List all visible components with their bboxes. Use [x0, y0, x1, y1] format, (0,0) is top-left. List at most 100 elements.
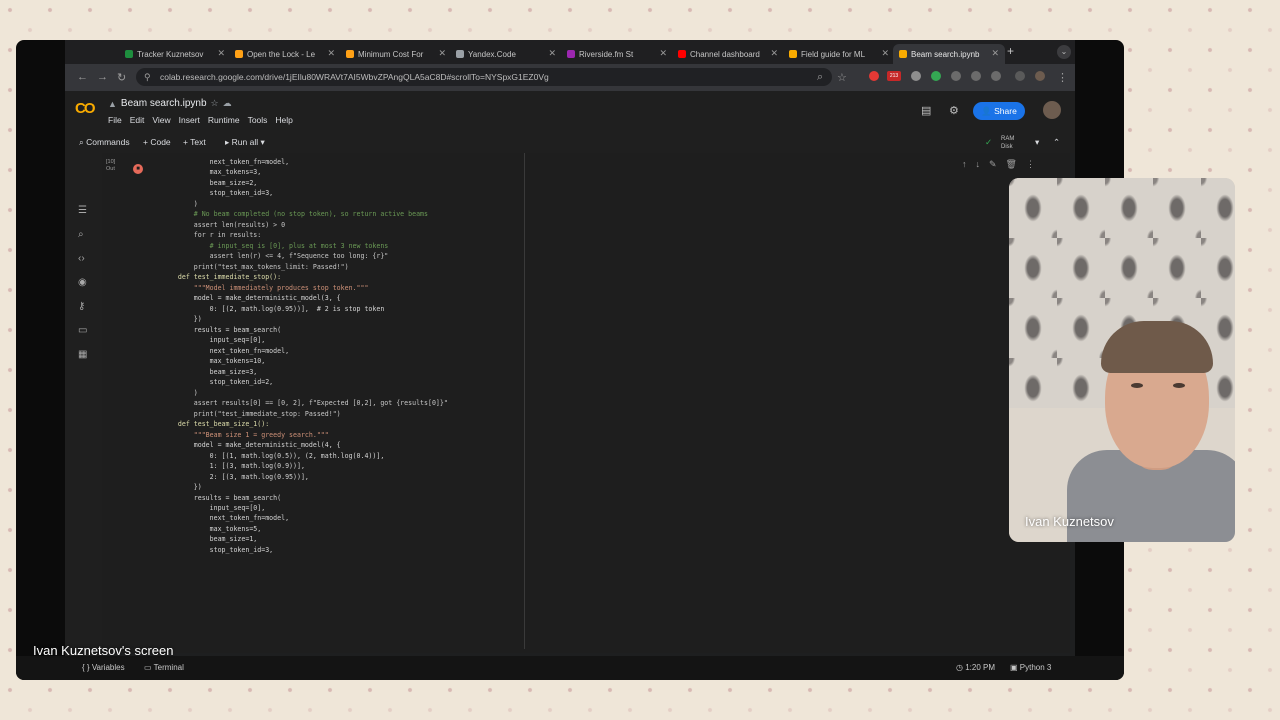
- table-icon[interactable]: ▦: [78, 349, 87, 360]
- menu-edit[interactable]: Edit: [130, 115, 145, 125]
- add-code-button[interactable]: + Code: [143, 137, 171, 147]
- code-line: max_tokens=10,: [162, 357, 266, 366]
- folder-icon[interactable]: ▭: [78, 325, 87, 336]
- code-cell[interactable]: [10] Out ■ next_token_fn=model, max_toke…: [102, 153, 1070, 653]
- variables-icon[interactable]: ◉: [78, 277, 87, 288]
- extension-icon[interactable]: [931, 71, 941, 81]
- code-line: results = beam_search(: [162, 325, 282, 334]
- kebab-menu-icon[interactable]: ⋮: [1026, 159, 1035, 170]
- chevron-up-icon[interactable]: ⌃: [1053, 137, 1060, 148]
- tab-minimum-cost[interactable]: Minimum Cost For ✕: [340, 44, 452, 64]
- edit-pen-icon[interactable]: ✎: [989, 159, 997, 170]
- menu-help[interactable]: Help: [275, 115, 292, 125]
- terminal-button[interactable]: ▭ Terminal: [144, 663, 184, 672]
- comment-icon[interactable]: ▤: [921, 104, 931, 117]
- secrets-key-icon[interactable]: ⚷: [78, 301, 85, 312]
- site-info-icon[interactable]: ⚲: [144, 68, 151, 86]
- sidebar-icon[interactable]: [1015, 71, 1025, 81]
- find-icon[interactable]: ⌕: [78, 229, 84, 240]
- close-icon[interactable]: ✕: [770, 48, 778, 59]
- share-button[interactable]: 👤 Share: [973, 102, 1025, 120]
- close-icon[interactable]: ✕: [438, 48, 446, 59]
- new-tab-icon[interactable]: +: [1007, 44, 1014, 58]
- code-snippets-icon[interactable]: ‹›: [78, 253, 85, 264]
- code-line: max_tokens=5,: [162, 524, 262, 533]
- code-line: input_seq=[0],: [162, 336, 266, 345]
- close-icon[interactable]: ✕: [659, 48, 667, 59]
- code-line: """Model immediately produces stop token…: [162, 283, 369, 292]
- extension-icon[interactable]: [951, 71, 961, 81]
- kebab-menu-icon[interactable]: ⋮: [1057, 71, 1068, 84]
- menu-runtime[interactable]: Runtime: [208, 115, 240, 125]
- chevron-down-icon[interactable]: ⌄: [1057, 45, 1071, 59]
- extension-icon[interactable]: [911, 71, 921, 81]
- variables-button[interactable]: { } Variables: [82, 663, 125, 672]
- profile-avatar[interactable]: [1035, 71, 1045, 81]
- menu-tools[interactable]: Tools: [248, 115, 268, 125]
- run-cell-button[interactable]: ■: [133, 164, 143, 174]
- run-all-button[interactable]: ▸ Run all ▾: [225, 137, 265, 148]
- play-icon: ▸: [225, 137, 230, 147]
- code-line: beam_size=1,: [162, 535, 258, 544]
- toc-icon[interactable]: ☰: [78, 205, 87, 216]
- tab-open-the-lock[interactable]: Open the Lock - Le ✕: [229, 44, 341, 64]
- puzzle-icon[interactable]: [991, 71, 1001, 81]
- tab-tracker[interactable]: Tracker Kuznetsov ✕: [119, 44, 231, 64]
- clock-status[interactable]: ◷ 1:20 PM: [956, 663, 995, 672]
- move-down-icon[interactable]: ↓: [976, 159, 981, 170]
- close-icon[interactable]: ✕: [217, 48, 225, 59]
- commands-button[interactable]: ⌕ Commands: [79, 137, 130, 148]
- mail-extension-icon[interactable]: 213: [887, 71, 901, 81]
- avatar[interactable]: [1043, 101, 1061, 119]
- extension-icon[interactable]: [971, 71, 981, 81]
- chevron-down-icon[interactable]: ▾: [1035, 137, 1039, 148]
- code-line: max_tokens=3,: [162, 168, 262, 177]
- code-line: ): [162, 388, 198, 397]
- address-bar: ← → ↻ ⚲ colab.research.google.com/drive/…: [65, 64, 1075, 91]
- reload-icon[interactable]: ↻: [117, 71, 126, 84]
- colab-icon: [899, 50, 907, 58]
- code-line: results = beam_search(: [162, 493, 282, 502]
- webcam-name-label: Ivan Kuznetsov: [1025, 514, 1114, 529]
- tab-strip: Tracker Kuznetsov ✕ Open the Lock - Le ✕…: [65, 40, 1075, 64]
- status-bar: { } Variables ▭ Terminal ◷ 1:20 PM ▣ Pyt…: [16, 656, 1124, 680]
- close-icon[interactable]: ✕: [327, 48, 335, 59]
- opera-extension-icon[interactable]: [869, 71, 879, 81]
- move-up-icon[interactable]: ↑: [962, 159, 967, 170]
- gear-icon[interactable]: ⚙: [949, 104, 959, 117]
- tab-beam-search[interactable]: Beam search.ipynb ✕: [893, 44, 1005, 64]
- close-icon[interactable]: ✕: [881, 48, 889, 59]
- code-editor[interactable]: next_token_fn=model, max_tokens=3, beam_…: [162, 157, 522, 653]
- add-text-button[interactable]: + Text: [183, 137, 206, 147]
- back-icon[interactable]: ←: [77, 71, 88, 83]
- menu-view[interactable]: View: [152, 115, 170, 125]
- forward-icon[interactable]: →: [97, 71, 108, 83]
- star-icon[interactable]: ☆: [211, 98, 219, 109]
- menu-file[interactable]: File: [108, 115, 122, 125]
- url-field[interactable]: ⚲ colab.research.google.com/drive/1jEIlu…: [136, 68, 832, 86]
- delete-icon[interactable]: 🗑: [1006, 159, 1017, 170]
- terminal-icon: ▭: [144, 663, 152, 672]
- slides-icon: [789, 50, 797, 58]
- code-line: # No beam completed (no stop token), so …: [162, 210, 428, 219]
- tab-field-guide[interactable]: Field guide for ML ✕: [783, 44, 895, 64]
- code-line: next_token_fn=model,: [162, 158, 290, 166]
- tab-yandex-code[interactable]: Yandex.Code ✕: [450, 44, 562, 64]
- tab-channel-dashboard[interactable]: Channel dashboard ✕: [672, 44, 784, 64]
- chevron-down-icon[interactable]: ▾: [261, 137, 265, 147]
- code-line: ): [162, 199, 198, 208]
- leetcode-icon: [346, 50, 354, 58]
- colab-logo[interactable]: CO: [75, 100, 95, 117]
- resource-indicator[interactable]: RAM Disk: [1001, 135, 1014, 151]
- bookmark-star-icon[interactable]: ☆: [837, 71, 847, 84]
- close-icon[interactable]: ✕: [991, 48, 999, 59]
- code-line: for r in results:: [162, 231, 262, 240]
- zoom-icon[interactable]: ⌕: [817, 71, 823, 84]
- menu-insert[interactable]: Insert: [179, 115, 200, 125]
- runtime-status[interactable]: ▣ Python 3: [1010, 663, 1051, 672]
- close-icon[interactable]: ✕: [548, 48, 556, 59]
- tab-riverside[interactable]: Riverside.fm St ✕: [561, 44, 673, 64]
- cloud-icon: ☁: [222, 98, 232, 108]
- code-line: stop_token_id=3,: [162, 545, 274, 554]
- person-icon: 👤: [981, 106, 992, 116]
